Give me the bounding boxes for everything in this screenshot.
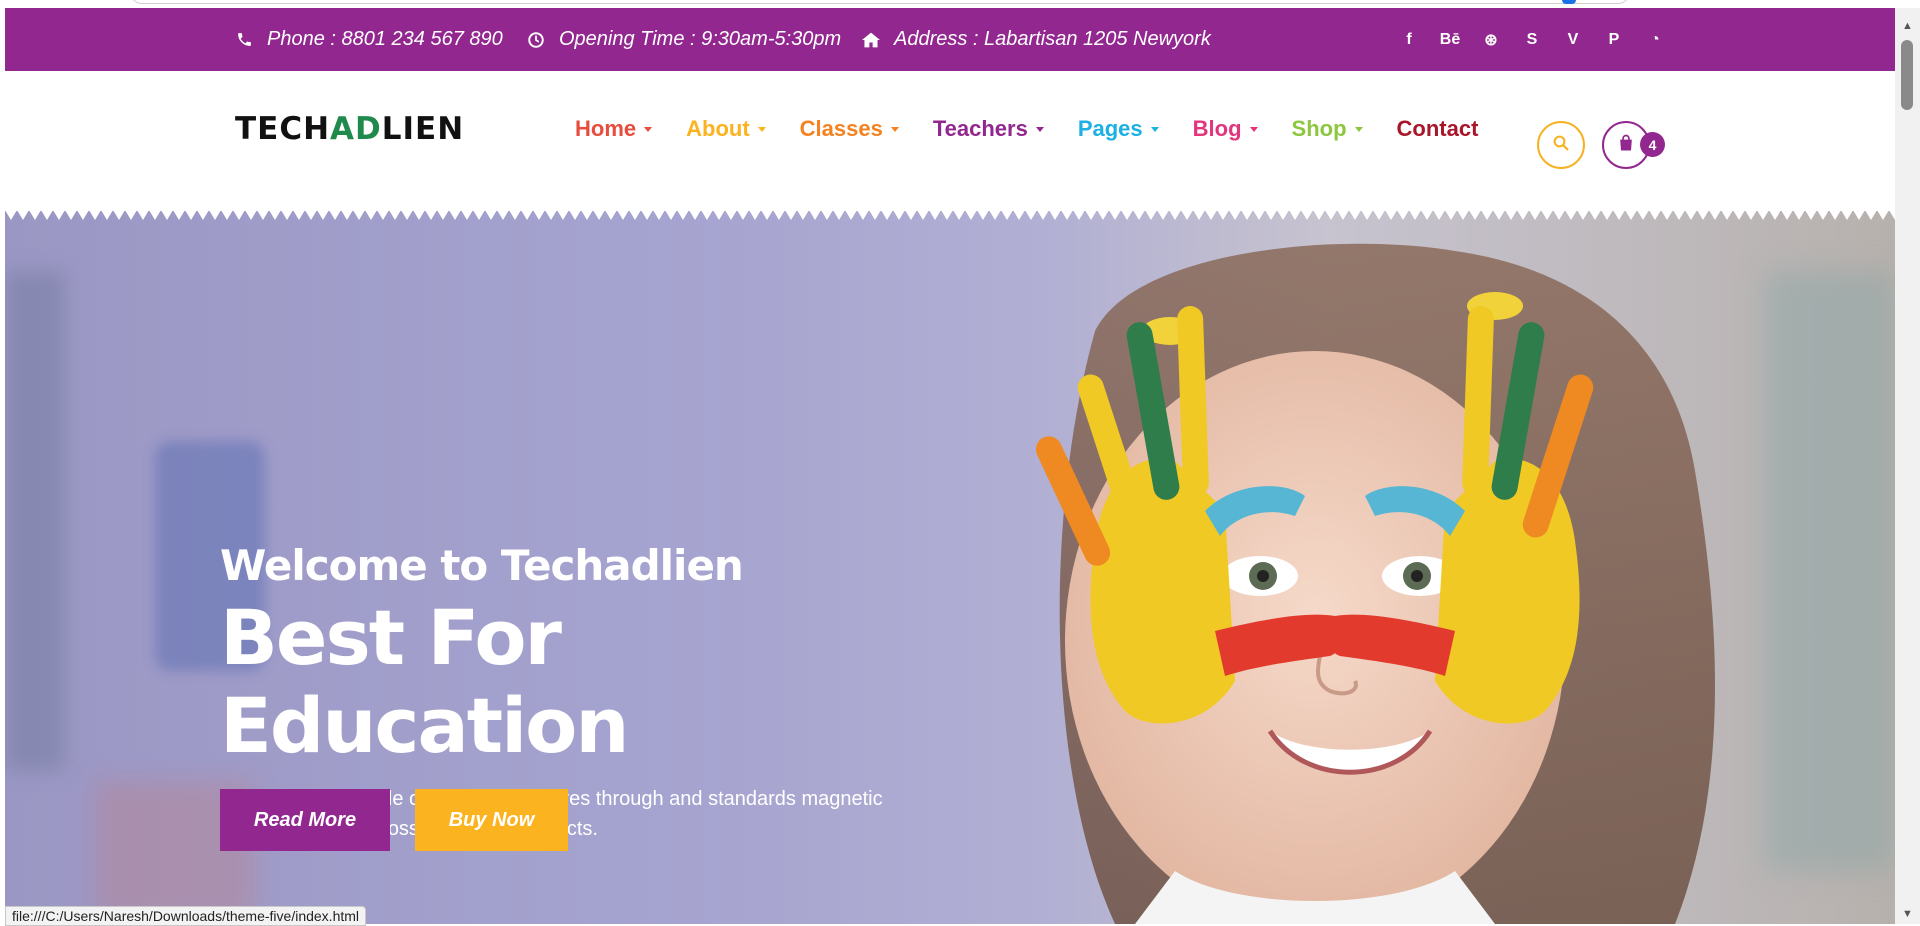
address-info: Address : Labartisan 1205 Newyork xyxy=(860,8,1211,71)
caret-down-icon xyxy=(644,126,653,132)
main-nav: Home About Classes Teachers Pages Blog Shop Con… xyxy=(575,107,1512,151)
scroll-up-arrow-icon[interactable]: ▲ xyxy=(1895,16,1920,36)
browser-indicator xyxy=(1562,0,1576,4)
caret-down-icon xyxy=(757,126,766,132)
link-status-bar: file:///C:/Users/Naresh/Downloads/theme-… xyxy=(5,906,367,926)
top-info-bar: Phone : 8801 234 567 890 Opening Time : … xyxy=(5,8,1895,71)
read-more-button[interactable]: Read More xyxy=(220,789,390,851)
caret-down-icon xyxy=(1249,126,1258,132)
browser-window: Phone : 8801 234 567 890 Opening Time : … xyxy=(0,0,1920,926)
nav-item-label: Contact xyxy=(1396,116,1479,141)
home-icon xyxy=(860,29,882,51)
nav-item-label: Home xyxy=(575,116,637,141)
nav-item-label: Teachers xyxy=(932,116,1028,141)
phone-icon xyxy=(233,29,255,51)
caret-down-icon xyxy=(890,126,899,132)
nav-item-home[interactable]: Home xyxy=(575,116,653,142)
caret-down-icon xyxy=(1354,126,1363,132)
nav-item-teachers[interactable]: Teachers xyxy=(933,116,1044,142)
nav-item-pages[interactable]: Pages xyxy=(1078,116,1159,142)
nav-item-shop[interactable]: Shop xyxy=(1292,116,1363,142)
shopping-bag-icon xyxy=(1616,133,1636,158)
page-scrollbar[interactable]: ▲ ▼ xyxy=(1895,8,1920,924)
facebook-icon[interactable]: f xyxy=(1398,29,1420,51)
scroll-thumb[interactable] xyxy=(1901,40,1913,110)
background-shelf-blur xyxy=(5,271,65,771)
nav-item-label: Shop xyxy=(1291,116,1347,141)
phone-text: Phone : 8801 234 567 890 xyxy=(267,28,503,50)
buy-now-button[interactable]: Buy Now xyxy=(415,789,568,851)
hero-buttons: Read More Buy Now xyxy=(220,789,593,851)
nav-item-label: About xyxy=(686,116,750,141)
logo-text-right: LIEN xyxy=(381,111,465,147)
caret-down-icon xyxy=(1150,126,1159,132)
opening-time-text: Opening Time : 9:30am-5:30pm xyxy=(559,28,842,50)
site-logo[interactable]: TECH AD LIEN xyxy=(235,109,464,149)
clock-icon xyxy=(525,29,547,51)
hero-girl-image xyxy=(1035,243,1715,924)
header-zigzag-border xyxy=(5,211,1895,220)
behance-icon[interactable]: Bē xyxy=(1439,29,1461,51)
logo-text-mid: AD xyxy=(330,111,382,147)
skype-icon[interactable]: S xyxy=(1521,29,1543,51)
rss-icon[interactable]: ◔ xyxy=(1644,29,1666,51)
address-text: Address : Labartisan 1205 Newyork xyxy=(894,28,1211,50)
hero-headline: Best For Education xyxy=(220,593,629,770)
main-header: TECH AD LIEN Home About Classes Teachers Pag… xyxy=(5,71,1895,219)
pinterest-icon[interactable]: P xyxy=(1603,29,1625,51)
search-button[interactable] xyxy=(1537,121,1585,169)
nav-item-label: Pages xyxy=(1077,116,1143,141)
nav-item-label: Blog xyxy=(1192,116,1242,141)
hero-slider: Welcome to Techadlien Best For Education… xyxy=(5,211,1895,924)
browser-chrome-edge xyxy=(0,0,1920,8)
hero-welcome: Welcome to Techadlien xyxy=(220,541,744,590)
cart-count-badge: 4 xyxy=(1640,132,1665,157)
search-icon xyxy=(1552,134,1570,157)
nav-item-blog[interactable]: Blog xyxy=(1193,116,1258,142)
nav-item-classes[interactable]: Classes xyxy=(800,116,899,142)
logo-text-left: TECH xyxy=(235,111,331,147)
nav-item-label: Classes xyxy=(799,116,883,141)
opening-time-info: Opening Time : 9:30am-5:30pm xyxy=(525,8,841,71)
social-links: f Bē ⊛ S V P ◔ xyxy=(1398,8,1685,71)
caret-down-icon xyxy=(1035,126,1044,132)
scroll-down-arrow-icon[interactable]: ▼ xyxy=(1895,904,1920,924)
phone-info: Phone : 8801 234 567 890 xyxy=(233,8,503,71)
address-bar-edge xyxy=(130,0,1630,4)
nav-item-about[interactable]: About xyxy=(686,116,766,142)
web-page: Phone : 8801 234 567 890 Opening Time : … xyxy=(5,8,1895,924)
vimeo-icon[interactable]: V xyxy=(1562,29,1584,51)
nav-item-contact[interactable]: Contact xyxy=(1397,116,1479,142)
dribbble-icon[interactable]: ⊛ xyxy=(1480,29,1502,51)
